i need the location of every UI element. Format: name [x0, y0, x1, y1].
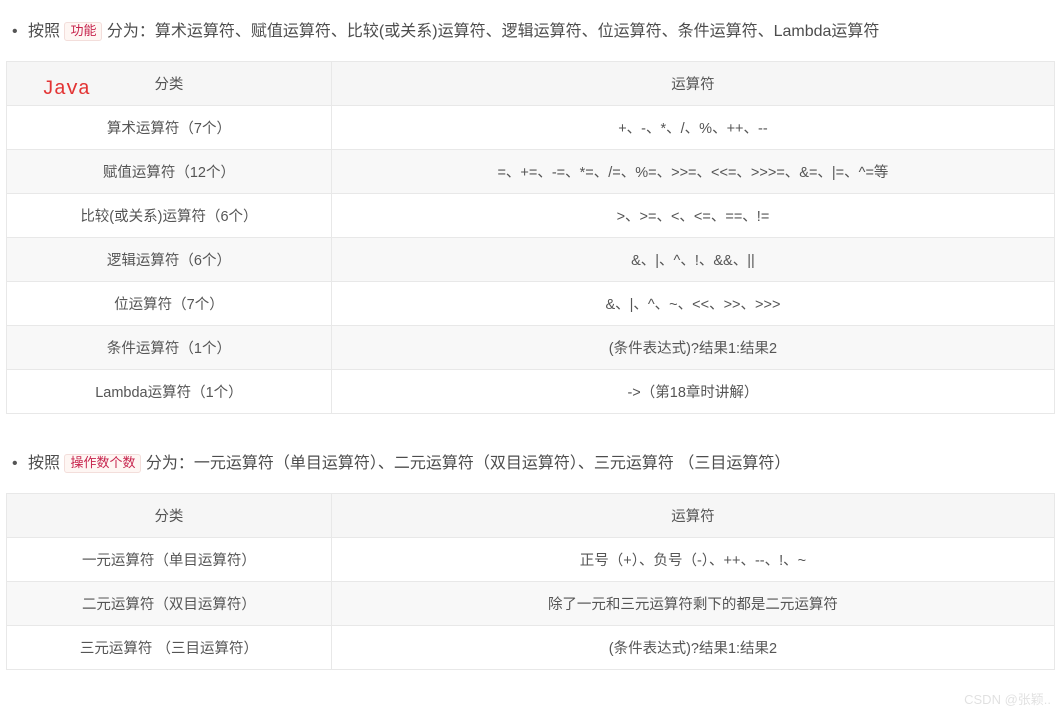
intro1-keyword: 功能	[64, 22, 102, 41]
th-category: 分类	[7, 493, 332, 537]
table-header-row: 分类 运算符	[7, 493, 1055, 537]
cell-category: 逻辑运算符（6个）	[7, 237, 332, 281]
table-row: 比较(或关系)运算符（6个） >、>=、<、<=、==、!=	[7, 193, 1055, 237]
cell-operators: (条件表达式)?结果1:结果2	[331, 625, 1054, 669]
cell-operators: 正号（+）、负号（-）、++、--、!、~	[331, 537, 1054, 581]
cell-operators: 除了一元和三元运算符剩下的都是二元运算符	[331, 581, 1054, 625]
watermark: CSDN @张颖..	[964, 689, 1051, 708]
cell-category: 赋值运算符（12个）	[7, 149, 332, 193]
table-row: Lambda运算符（1个） ->（第18章时讲解）	[7, 369, 1055, 413]
cell-category: 二元运算符（双目运算符）	[7, 581, 332, 625]
table-row: 条件运算符（1个） (条件表达式)?结果1:结果2	[7, 325, 1055, 369]
cell-category: Lambda运算符（1个）	[7, 369, 332, 413]
cell-category: 比较(或关系)运算符（6个）	[7, 193, 332, 237]
table-row: 算术运算符（7个） +、-、*、/、%、++、--	[7, 105, 1055, 149]
cell-operators: &、|、^、!、&&、||	[331, 237, 1054, 281]
cell-operators: (条件表达式)?结果1:结果2	[331, 325, 1054, 369]
intro2-suffix: 分为：一元运算符（单目运算符）、二元运算符（双目运算符）、三元运算符 （三目运算…	[141, 455, 790, 472]
cell-category: 位运算符（7个）	[7, 281, 332, 325]
table-by-operand-count: 分类 运算符 一元运算符（单目运算符） 正号（+）、负号（-）、++、--、!、…	[6, 493, 1055, 670]
table-row: 逻辑运算符（6个） &、|、^、!、&&、||	[7, 237, 1055, 281]
intro-list-1: 按照 功能 分为：算术运算符、赋值运算符、比较(或关系)运算符、逻辑运算符、位运…	[6, 18, 1055, 47]
intro1-suffix: 分为：算术运算符、赋值运算符、比较(或关系)运算符、逻辑运算符、位运算符、条件运…	[102, 23, 879, 40]
cell-category: 算术运算符（7个）	[7, 105, 332, 149]
th-operators: 运算符	[331, 493, 1054, 537]
table-row: 赋值运算符（12个） =、+=、-=、*=、/=、%=、>>=、<<=、>>>=…	[7, 149, 1055, 193]
th-operators: 运算符	[331, 61, 1054, 105]
table-row: 二元运算符（双目运算符） 除了一元和三元运算符剩下的都是二元运算符	[7, 581, 1055, 625]
cell-operators: &、|、^、~、<<、>>、>>>	[331, 281, 1054, 325]
intro-item-1: 按照 功能 分为：算术运算符、赋值运算符、比较(或关系)运算符、逻辑运算符、位运…	[28, 18, 1055, 47]
intro-list-2: 按照 操作数个数 分为：一元运算符（单目运算符）、二元运算符（双目运算符）、三元…	[6, 450, 1055, 479]
intro2-keyword: 操作数个数	[64, 454, 141, 473]
table-row: 一元运算符（单目运算符） 正号（+）、负号（-）、++、--、!、~	[7, 537, 1055, 581]
cell-operators: +、-、*、/、%、++、--	[331, 105, 1054, 149]
cell-operators: ->（第18章时讲解）	[331, 369, 1054, 413]
intro-item-2: 按照 操作数个数 分为：一元运算符（单目运算符）、二元运算符（双目运算符）、三元…	[28, 450, 1055, 479]
cell-operators: =、+=、-=、*=、/=、%=、>>=、<<=、>>>=、&=、|=、^=等	[331, 149, 1054, 193]
table-row: 位运算符（7个） &、|、^、~、<<、>>、>>>	[7, 281, 1055, 325]
table-by-function: 分类 运算符 算术运算符（7个） +、-、*、/、%、++、-- 赋值运算符（1…	[6, 61, 1055, 414]
cell-category: 三元运算符 （三目运算符）	[7, 625, 332, 669]
cell-category: 一元运算符（单目运算符）	[7, 537, 332, 581]
table-header-row: 分类 运算符	[7, 61, 1055, 105]
cell-category: 条件运算符（1个）	[7, 325, 332, 369]
intro1-prefix: 按照	[28, 23, 64, 40]
intro2-prefix: 按照	[28, 455, 64, 472]
cell-operators: >、>=、<、<=、==、!=	[331, 193, 1054, 237]
table-row: 三元运算符 （三目运算符） (条件表达式)?结果1:结果2	[7, 625, 1055, 669]
java-label: Java	[42, 78, 90, 101]
